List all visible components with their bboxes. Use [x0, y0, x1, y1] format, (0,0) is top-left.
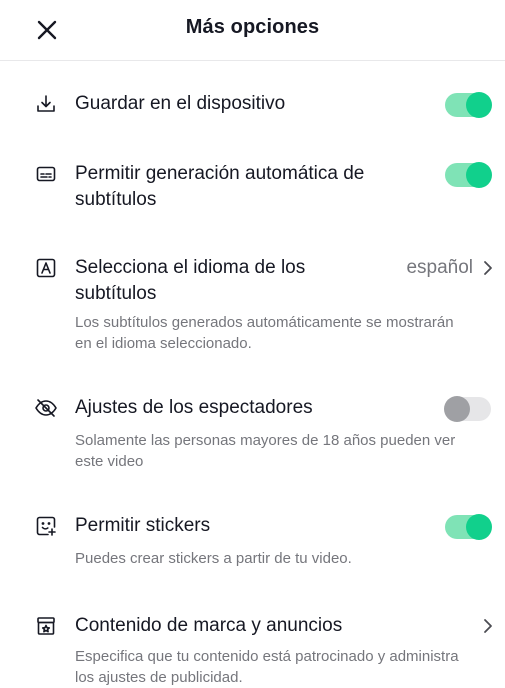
option-viewer-settings: Ajustes de los espectadores Solamente la…: [0, 394, 505, 474]
toggle-knob: [466, 514, 492, 540]
toggle-knob: [444, 396, 470, 422]
option-branded-content[interactable]: Contenido de marca y anuncios Especifica…: [0, 612, 505, 686]
chevron-right-icon[interactable]: [481, 258, 495, 278]
save-device-toggle[interactable]: [445, 92, 492, 118]
page-title: Más opciones: [185, 16, 320, 38]
option-description: Especifica que tu contenido está patroci…: [75, 648, 459, 686]
stickers-toggle[interactable]: [445, 514, 492, 540]
option-stickers: Permitir stickers Puedes crear stickers …: [0, 512, 505, 572]
language-icon: [34, 256, 58, 280]
option-label: Permitir stickers: [75, 515, 211, 536]
option-caption-language[interactable]: Selecciona el idioma de los subtítulos e…: [0, 254, 505, 354]
eye-off-icon: [34, 396, 58, 420]
option-description: Puedes crear stickers a partir de tu vid…: [75, 550, 352, 567]
option-label: Selecciona el idioma de los subtítulos: [75, 257, 306, 304]
toggle-knob: [466, 162, 492, 188]
header: Más opciones: [0, 0, 505, 61]
sticker-icon: [34, 514, 58, 538]
option-description: Solamente las personas mayores de 18 año…: [75, 432, 456, 470]
viewer-settings-toggle[interactable]: [444, 396, 491, 422]
ad-icon: [34, 614, 58, 638]
option-label: Ajustes de los espectadores: [75, 397, 313, 418]
selected-language[interactable]: español: [406, 255, 473, 281]
option-auto-captions: Permitir generación automática de subtít…: [0, 160, 505, 216]
download-icon: [34, 92, 58, 116]
captions-icon: [34, 162, 58, 186]
chevron-right-icon[interactable]: [481, 616, 495, 636]
option-label: Permitir generación automática de subtít…: [75, 163, 365, 210]
option-label: Contenido de marca y anuncios: [75, 615, 343, 636]
option-save-device: Guardar en el dispositivo: [0, 90, 505, 120]
auto-captions-toggle[interactable]: [445, 162, 492, 188]
toggle-knob: [466, 92, 492, 118]
option-description: Los subtítulos generados automáticamente…: [75, 314, 454, 352]
option-label: Guardar en el dispositivo: [75, 93, 286, 114]
